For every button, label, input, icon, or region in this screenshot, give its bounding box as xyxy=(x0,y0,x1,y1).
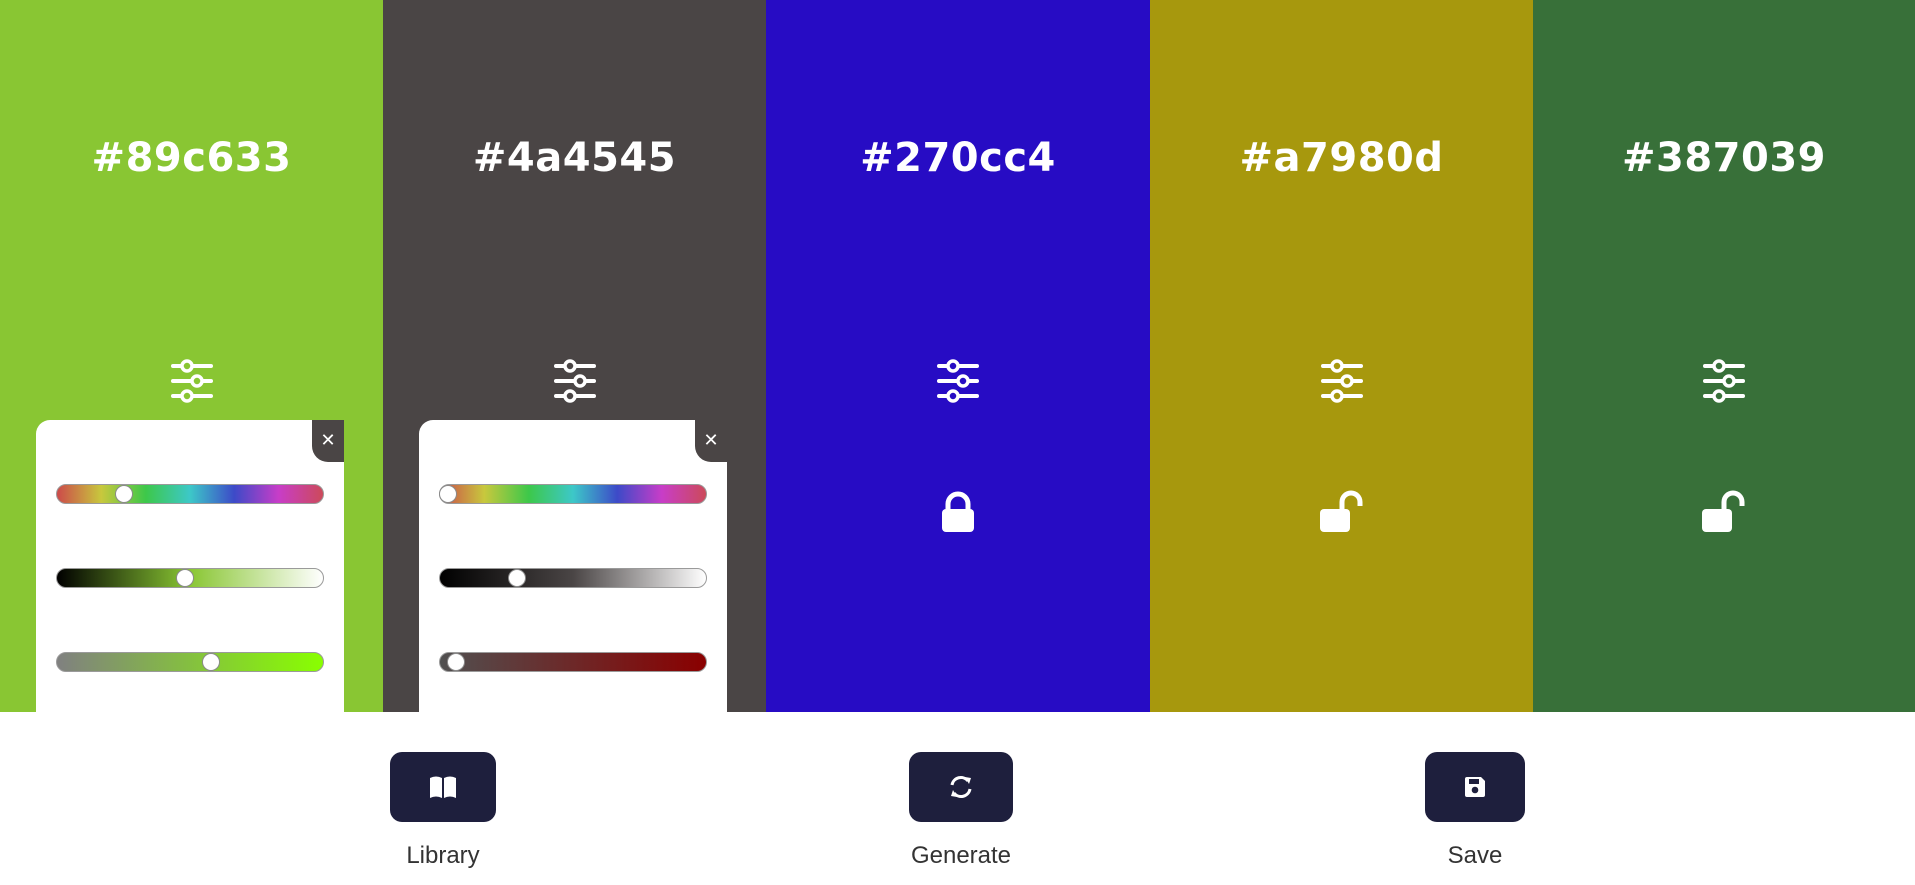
unlock-button[interactable] xyxy=(1318,488,1366,536)
library-tool: Library xyxy=(390,752,496,870)
sliders-icon xyxy=(1320,359,1363,403)
color-column-3: #270cc4 xyxy=(766,0,1150,712)
adjust-sliders-panel: ✕ xyxy=(36,420,344,712)
brightness-slider[interactable] xyxy=(56,568,324,588)
hex-code[interactable]: #89c633 xyxy=(0,130,383,186)
sliders-icon xyxy=(937,359,979,403)
sliders-icon xyxy=(553,359,596,403)
adjust-button[interactable] xyxy=(1702,358,1746,406)
saturation-slider[interactable] xyxy=(439,652,707,672)
book-icon xyxy=(430,776,456,798)
slider-thumb[interactable] xyxy=(438,485,457,503)
color-palette: #89c633 ✕ #4a4545 ✕ #270cc4 #a7980d #387… xyxy=(0,0,1915,712)
hex-code[interactable]: #270cc4 xyxy=(766,130,1150,186)
hex-code[interactable]: #4a4545 xyxy=(383,130,766,186)
library-button[interactable] xyxy=(390,752,496,822)
slider-thumb[interactable] xyxy=(114,485,133,503)
saturation-slider[interactable] xyxy=(56,652,324,672)
hue-slider[interactable] xyxy=(438,484,707,504)
hex-code[interactable]: #387039 xyxy=(1533,130,1915,186)
save-label: Save xyxy=(1447,842,1503,869)
unlock-icon xyxy=(1702,490,1745,532)
adjust-button[interactable] xyxy=(170,358,214,406)
lock-button[interactable] xyxy=(934,488,982,536)
hex-code[interactable]: #a7980d xyxy=(1150,130,1533,186)
slider-thumb[interactable] xyxy=(508,569,527,587)
close-panel-button[interactable]: ✕ xyxy=(695,420,727,462)
adjust-sliders-panel: ✕ xyxy=(419,420,727,712)
color-column-5: #387039 xyxy=(1533,0,1915,712)
sliders-icon xyxy=(1703,359,1745,403)
adjust-button[interactable] xyxy=(1320,358,1364,406)
save-tool: Save xyxy=(1425,752,1525,870)
unlock-button[interactable] xyxy=(1700,488,1748,536)
library-label: Library xyxy=(406,842,480,869)
generate-label: Generate xyxy=(910,842,1012,869)
lock-icon xyxy=(942,491,974,532)
unlock-icon xyxy=(1319,490,1362,532)
color-column-1: #89c633 ✕ xyxy=(0,0,383,712)
hue-slider[interactable] xyxy=(56,484,324,504)
adjust-button[interactable] xyxy=(553,358,597,406)
save-button[interactable] xyxy=(1425,752,1525,822)
brightness-slider[interactable] xyxy=(439,568,707,588)
refresh-icon xyxy=(950,776,972,798)
adjust-button[interactable] xyxy=(936,358,980,406)
bottom-toolbar: Library Generate Save xyxy=(0,712,1915,885)
sliders-icon xyxy=(170,359,213,403)
color-column-4: #a7980d xyxy=(1150,0,1533,712)
close-panel-button[interactable]: ✕ xyxy=(312,420,344,462)
slider-thumb[interactable] xyxy=(175,569,194,587)
save-icon xyxy=(1465,777,1485,797)
color-column-2: #4a4545 ✕ xyxy=(383,0,766,712)
slider-thumb[interactable] xyxy=(446,653,465,671)
generate-tool: Generate xyxy=(905,752,1017,870)
slider-thumb[interactable] xyxy=(202,653,221,671)
generate-button[interactable] xyxy=(909,752,1013,822)
